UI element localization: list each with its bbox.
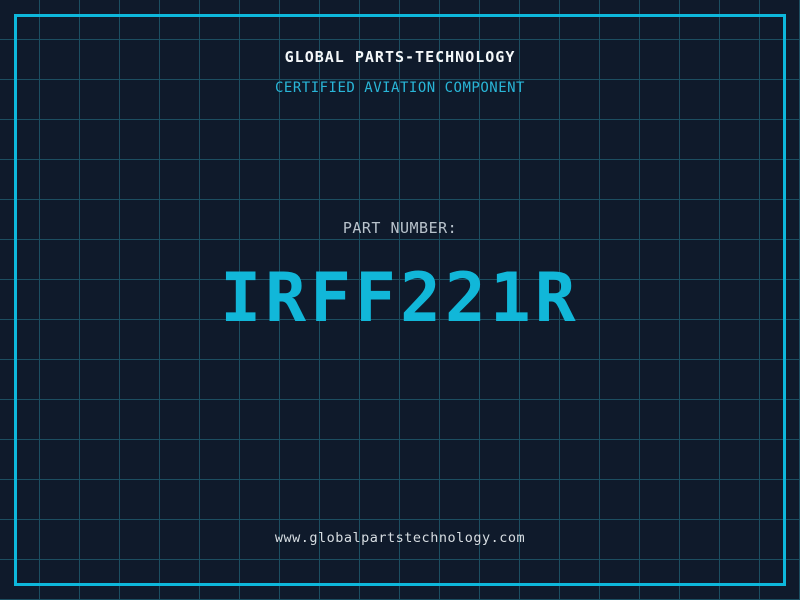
blueprint-grid-background: GLOBAL PARTS-TECHNOLOGY CERTIFIED AVIATI…	[0, 0, 800, 600]
website-url: www.globalpartstechnology.com	[274, 530, 526, 546]
part-number-label: PART NUMBER:	[342, 219, 458, 237]
company-name: GLOBAL PARTS-TECHNOLOGY	[284, 48, 516, 66]
certification-label: CERTIFIED AVIATION COMPONENT	[274, 80, 525, 96]
part-number-value: IRFF221R	[220, 259, 580, 338]
